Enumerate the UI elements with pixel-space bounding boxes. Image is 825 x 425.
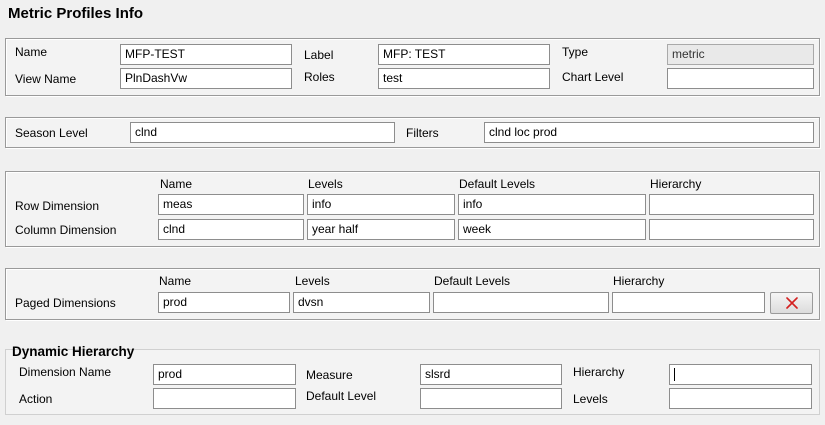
dim-header-hierarchy: Hierarchy [650, 177, 702, 191]
label-label: Label [304, 48, 334, 62]
paged-hierarchy-field[interactable] [612, 292, 765, 313]
paged-name-field[interactable]: prod [158, 292, 290, 313]
red-x-icon [785, 297, 798, 309]
default-level-field[interactable] [420, 388, 562, 409]
hierarchy-label: Hierarchy [573, 365, 625, 379]
dimension-name-label: Dimension Name [19, 365, 112, 379]
row-dimension-name-field[interactable]: meas [158, 194, 304, 215]
dynamic-hierarchy-title: Dynamic Hierarchy [12, 344, 135, 359]
measure-field[interactable]: slsrd [420, 364, 562, 385]
row-dimension-default-levels-field[interactable]: info [458, 194, 646, 215]
column-dimension-label: Column Dimension [15, 223, 117, 237]
name-field[interactable]: MFP-TEST [120, 44, 292, 65]
season-level-label: Season Level [15, 126, 88, 140]
roles-label: Roles [304, 70, 335, 84]
row-dimension-levels-field[interactable]: info [307, 194, 455, 215]
filters-field[interactable]: clnd loc prod [484, 122, 814, 143]
action-field[interactable] [153, 388, 296, 409]
default-level-label: Default Level [306, 389, 377, 403]
levels-label: Levels [573, 392, 608, 406]
paged-default-levels-field[interactable] [433, 292, 609, 313]
page-title: Metric Profiles Info [8, 5, 144, 22]
type-label: Type [562, 45, 589, 59]
paged-header-name: Name [159, 274, 192, 288]
row-dimension-label: Row Dimension [15, 199, 100, 213]
chart-level-field[interactable] [667, 68, 814, 89]
filters-label: Filters [406, 126, 439, 140]
label-field[interactable]: MFP: TEST [378, 44, 550, 65]
action-label: Action [19, 392, 53, 406]
name-label: Name [15, 45, 48, 59]
paged-levels-field[interactable]: dvsn [293, 292, 430, 313]
column-dimension-hierarchy-field[interactable] [649, 219, 814, 240]
paged-header-hierarchy: Hierarchy [613, 274, 665, 288]
dim-header-name: Name [160, 177, 193, 191]
view-name-field[interactable]: PlnDashVw [120, 68, 292, 89]
measure-label: Measure [306, 368, 353, 382]
levels-field[interactable] [669, 388, 812, 409]
delete-paged-dimension-button[interactable] [770, 292, 813, 314]
dim-header-default-levels: Default Levels [459, 177, 536, 191]
dimension-name-field[interactable]: prod [153, 364, 296, 385]
row-dimension-hierarchy-field[interactable] [649, 194, 814, 215]
column-dimension-default-levels-field[interactable]: week [458, 219, 646, 240]
chart-level-label: Chart Level [562, 70, 624, 84]
paged-dimensions-label: Paged Dimensions [15, 296, 116, 310]
paged-header-default-levels: Default Levels [434, 274, 511, 288]
roles-field[interactable]: test [378, 68, 550, 89]
column-dimension-name-field[interactable]: clnd [158, 219, 304, 240]
paged-header-levels: Levels [295, 274, 330, 288]
view-name-label: View Name [15, 72, 77, 86]
column-dimension-levels-field[interactable]: year half [307, 219, 455, 240]
hierarchy-field[interactable] [669, 364, 812, 385]
text-cursor [674, 368, 675, 382]
type-field: metric [667, 44, 814, 65]
dim-header-levels: Levels [308, 177, 343, 191]
season-level-field[interactable]: clnd [130, 122, 395, 143]
